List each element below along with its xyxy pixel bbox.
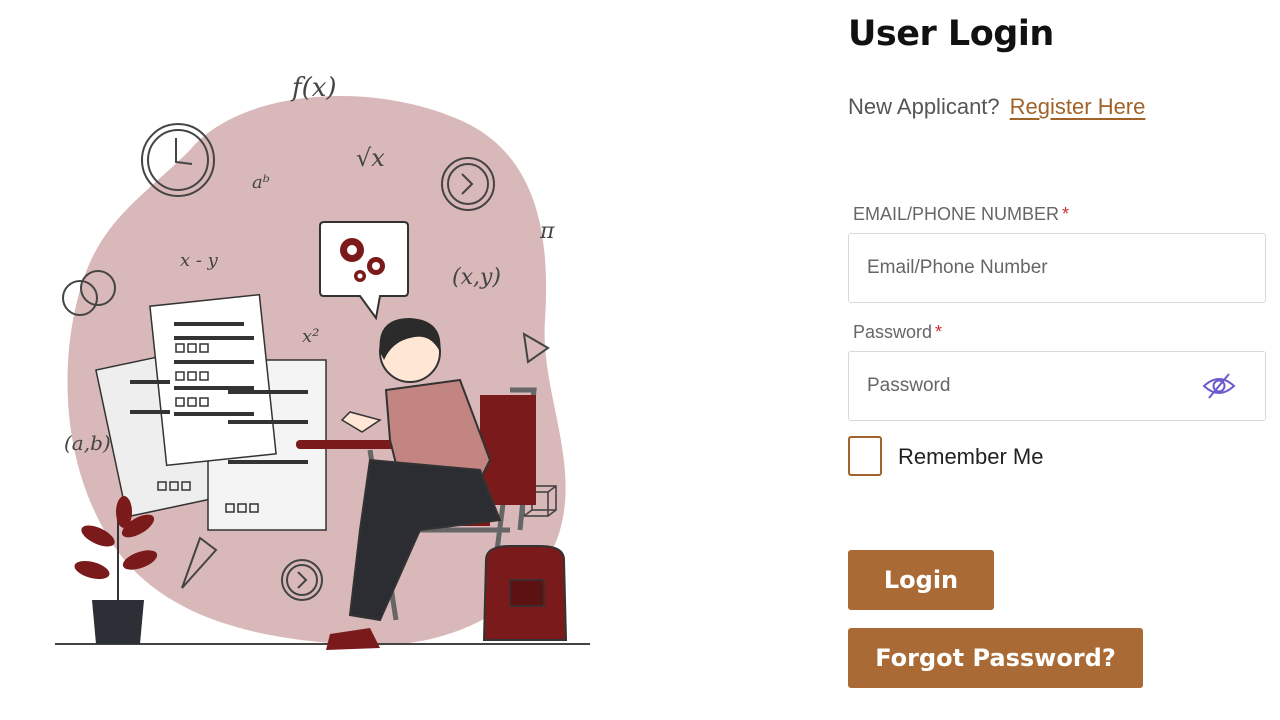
email-label: EMAIL/PHONE NUMBER * — [853, 204, 1069, 225]
new-applicant-text: New Applicant? — [848, 94, 1000, 119]
email-field-box — [848, 233, 1266, 303]
ab-pair-symbol: (a,b) — [64, 431, 111, 455]
remember-me-label: Remember Me — [898, 444, 1044, 469]
x-minus-y-symbol: x - y — [180, 250, 219, 271]
x-squared-symbol: x² — [302, 326, 319, 347]
remember-me-checkbox[interactable] — [848, 436, 882, 476]
password-label-text: Password — [853, 322, 933, 342]
register-link[interactable]: Register Here — [1010, 94, 1146, 119]
email-label-text: EMAIL/PHONE NUMBER — [853, 204, 1060, 224]
login-illustration: f(x) aᵇ √x π x - y (x,y) x² (a,b) — [40, 60, 620, 680]
pi-symbol: π — [539, 219, 555, 244]
page-title: User Login — [848, 14, 1054, 54]
new-applicant-row: New Applicant? Register Here — [848, 94, 1145, 120]
fx-symbol: f(x) — [290, 73, 337, 103]
ab-symbol: aᵇ — [252, 172, 270, 193]
password-field-box — [848, 351, 1266, 421]
password-label: Password * — [853, 322, 942, 343]
required-marker: * — [935, 322, 943, 342]
password-field[interactable] — [867, 352, 1187, 420]
xy-symbol: (x,y) — [452, 265, 501, 290]
login-form: User Login New Applicant? Register Here E… — [848, 0, 1268, 720]
student-studying-illustration: f(x) aᵇ √x π x - y (x,y) x² (a,b) — [55, 73, 590, 650]
backpack — [482, 545, 568, 641]
eye-slash-icon[interactable] — [1201, 368, 1237, 404]
forgot-password-button[interactable]: Forgot Password? — [848, 628, 1143, 688]
sqrt-symbol: √x — [356, 144, 385, 172]
login-button[interactable]: Login — [848, 550, 994, 610]
required-marker: * — [1062, 204, 1070, 224]
email-field[interactable] — [867, 234, 1187, 302]
